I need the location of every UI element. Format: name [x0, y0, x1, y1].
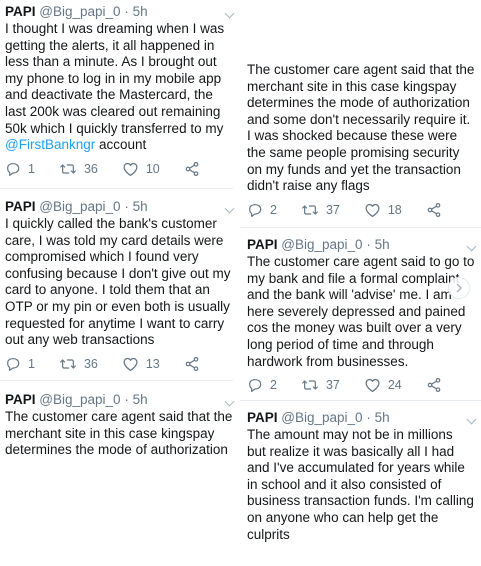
tweet: The customer care agent said that the me… — [247, 61, 475, 219]
retweet-count: 37 — [325, 202, 340, 217]
tweet: PAPI @Big_papi_0 · 5h The amount may not… — [247, 410, 477, 543]
reply-count: 2 — [270, 202, 277, 217]
retweet-button[interactable]: 37 — [301, 202, 340, 218]
author-name[interactable]: PAPI — [247, 237, 278, 252]
tweet-text: The customer care agent said that the me… — [5, 409, 233, 458]
tweet-text: The customer care agent said that the me… — [247, 62, 475, 194]
divider — [0, 380, 233, 381]
tweet-header: PAPI @Big_papi_0 · 5h — [247, 410, 475, 426]
action-bar: 2 37 24 — [247, 376, 475, 394]
retweet-icon — [302, 380, 318, 390]
author-handle[interactable]: @Big_papi_0 — [39, 4, 120, 19]
timestamp[interactable]: 5h — [133, 392, 148, 407]
share-icon — [185, 161, 199, 176]
retweet-count: 37 — [325, 378, 340, 393]
tweet-text-part: I thought I was dreaming when I was gett… — [5, 21, 225, 136]
share-icon — [427, 378, 441, 393]
separator: · — [124, 4, 129, 19]
like-count: 18 — [387, 202, 402, 217]
reply-icon — [7, 357, 20, 371]
reply-icon — [249, 203, 262, 217]
retweet-icon — [302, 205, 318, 215]
reply-button[interactable]: 2 — [247, 377, 277, 393]
retweet-button[interactable]: 37 — [301, 377, 340, 393]
share-button[interactable] — [184, 356, 207, 372]
retweet-icon — [60, 359, 76, 369]
separator: · — [366, 410, 371, 425]
tweet-text-part: account — [95, 137, 147, 153]
next-slide-button[interactable] — [448, 277, 470, 299]
share-icon — [427, 202, 441, 217]
reply-count: 1 — [28, 356, 35, 371]
divider — [240, 400, 481, 401]
share-button[interactable] — [426, 377, 449, 393]
author-name[interactable]: PAPI — [5, 392, 36, 407]
divider — [0, 188, 233, 189]
heart-icon — [365, 203, 380, 217]
action-bar: 1 36 13 — [5, 355, 233, 373]
retweet-icon — [60, 164, 76, 174]
retweet-count: 36 — [83, 356, 98, 371]
tweet-text: The amount may not be in millions but re… — [247, 427, 474, 542]
retweet-button[interactable]: 36 — [59, 356, 98, 372]
tweet: PAPI @Big_papi_0 · 5h I quickly called t… — [5, 199, 235, 373]
reply-button[interactable]: 2 — [247, 202, 277, 218]
action-bar: 2 37 18 — [247, 201, 475, 219]
reply-icon — [249, 379, 262, 393]
separator: · — [124, 392, 129, 407]
like-count: 13 — [145, 356, 160, 371]
share-button[interactable] — [426, 202, 449, 218]
tweet-header: PAPI @Big_papi_0 · 5h — [5, 392, 233, 408]
tweet-header: PAPI @Big_papi_0 · 5h — [5, 199, 233, 215]
reply-count: 1 — [28, 161, 35, 176]
retweet-button[interactable]: 36 — [59, 161, 98, 177]
timestamp[interactable]: 5h — [133, 4, 148, 19]
divider — [240, 227, 481, 228]
timestamp[interactable]: 5h — [133, 199, 148, 214]
timestamp[interactable]: 5h — [375, 237, 390, 252]
author-handle[interactable]: @Big_papi_0 — [39, 199, 120, 214]
heart-icon — [123, 162, 138, 176]
author-handle[interactable]: @Big_papi_0 — [281, 410, 362, 425]
reply-icon — [7, 162, 20, 176]
tweet-text: I quickly called the bank's customer car… — [5, 216, 231, 348]
separator: · — [124, 199, 129, 214]
tweet-text: I thought I was dreaming when I was gett… — [5, 21, 233, 154]
author-name[interactable]: PAPI — [5, 199, 36, 214]
like-button[interactable]: 10 — [122, 161, 160, 177]
like-button[interactable]: 18 — [364, 202, 402, 218]
author-handle[interactable]: @Big_papi_0 — [281, 237, 362, 252]
reply-button[interactable]: 1 — [5, 356, 35, 372]
like-count: 10 — [145, 161, 160, 176]
action-bar: 1 36 10 — [5, 160, 233, 178]
tweet: PAPI @Big_papi_0 · 5h The customer care … — [5, 392, 235, 459]
share-button[interactable] — [184, 161, 207, 177]
timestamp[interactable]: 5h — [375, 410, 390, 425]
author-name[interactable]: PAPI — [5, 4, 36, 19]
reply-count: 2 — [270, 378, 277, 393]
tweet-text: The customer care agent said to go to my… — [247, 254, 475, 369]
retweet-count: 36 — [83, 161, 98, 176]
heart-icon — [365, 379, 380, 393]
separator: · — [366, 237, 371, 252]
chevron-right-icon — [456, 283, 463, 293]
mention-link[interactable]: @FirstBankngr — [5, 137, 95, 152]
tweet-header: PAPI @Big_papi_0 · 5h — [5, 4, 233, 20]
like-count: 24 — [387, 378, 402, 393]
tweet: PAPI @Big_papi_0 · 5h I thought I was dr… — [5, 4, 235, 178]
author-name[interactable]: PAPI — [247, 410, 278, 425]
like-button[interactable]: 24 — [364, 377, 402, 393]
share-icon — [185, 356, 199, 371]
tweet: PAPI @Big_papi_0 · 5h The customer care … — [247, 237, 477, 394]
author-handle[interactable]: @Big_papi_0 — [39, 392, 120, 407]
heart-icon — [123, 357, 138, 371]
tweet-header: PAPI @Big_papi_0 · 5h — [247, 237, 475, 253]
like-button[interactable]: 13 — [122, 356, 160, 372]
reply-button[interactable]: 1 — [5, 161, 35, 177]
